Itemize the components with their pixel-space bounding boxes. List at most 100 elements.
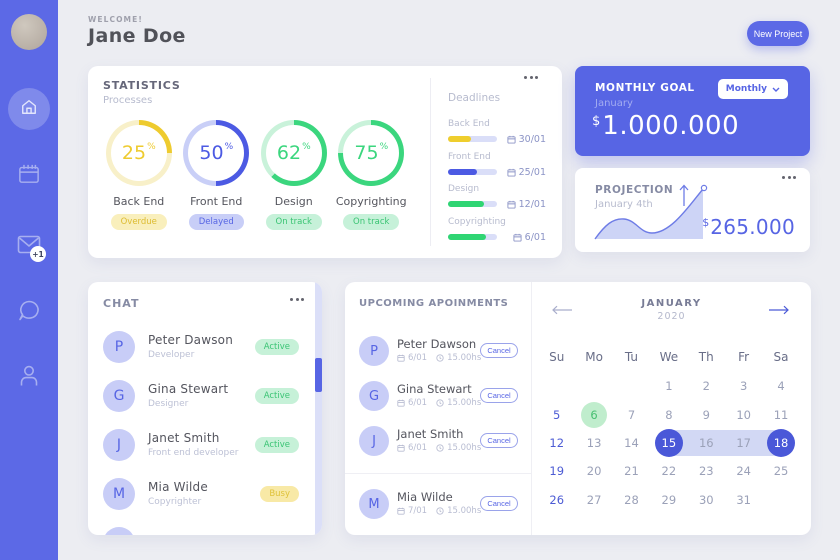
appointment-row: J Janet Smith 6/01 15.00hs Cancel — [345, 419, 531, 464]
calendar-day[interactable]: 25 — [762, 457, 799, 485]
calendar-grid: 1 2 3 4 5 6 7 8 9 10 11 12 13 14 15 16 1… — [538, 372, 800, 514]
calendar-day[interactable]: 22 — [650, 457, 687, 485]
appointments-calendar-card: UPCOMING APOINMENTS P Peter Dawson 6/01 … — [345, 282, 811, 535]
home-icon — [19, 97, 39, 121]
calendar-mini-icon — [507, 168, 516, 177]
calendar-day[interactable]: 10 — [725, 400, 762, 428]
calendar-day[interactable]: 6 — [575, 400, 612, 428]
calendar-next-arrow-icon[interactable] — [768, 300, 790, 319]
calendar-day[interactable]: 9 — [688, 400, 725, 428]
calendar-day[interactable]: 7 — [613, 400, 650, 428]
member-avatar: G — [359, 381, 389, 411]
sidebar-item-profile[interactable] — [0, 364, 58, 391]
calendar-day[interactable]: 8 — [650, 400, 687, 428]
calendar-day[interactable]: 2 — [688, 372, 725, 400]
clock-icon — [436, 354, 444, 362]
calendar-day[interactable]: 21 — [613, 457, 650, 485]
deadlines-title: Deadlines — [448, 92, 501, 104]
clock-icon — [436, 444, 444, 452]
calendar-day[interactable]: 27 — [575, 486, 612, 514]
chat-bubble-icon — [17, 299, 41, 326]
calendar-day-selected[interactable]: 15 — [650, 428, 688, 457]
status-badge: On track — [343, 214, 400, 230]
calendar-day[interactable]: 4 — [762, 372, 799, 400]
cancel-button[interactable]: Cancel — [480, 388, 518, 403]
monthly-goal-subtitle: January — [595, 98, 633, 109]
calendar-day-selected[interactable]: 18 — [762, 428, 799, 457]
member-avatar: P — [103, 526, 135, 535]
deadline-item: Design 12/01 — [448, 184, 546, 210]
appointments-title: UPCOMING APOINMENTS — [359, 298, 509, 309]
calendar-day[interactable]: 16 — [687, 429, 726, 457]
calendar-day[interactable]: 19 — [538, 457, 575, 485]
percent-value: 50 — [199, 142, 224, 164]
calendar-day[interactable]: 28 — [613, 486, 650, 514]
welcome-label: WELCOME! — [88, 15, 143, 24]
appointment-meta: 6/01 15.00hs — [397, 398, 481, 408]
appointment-meta: 7/01 15.00hs — [397, 506, 481, 516]
status-badge: Delayed — [188, 214, 244, 230]
statistics-rings: 25% Back End Overdue 50% Front End Delay… — [100, 118, 410, 230]
appointment-row: P Peter Dawson 6/01 15.00hs Cancel — [345, 329, 531, 374]
monthly-goal-card: MONTHLY GOAL January $ 1.000.000 Monthly — [575, 66, 810, 156]
chat-member-row[interactable]: J Janet Smith Front end developer Active — [88, 420, 315, 469]
user-icon — [18, 364, 40, 391]
chat-member-row[interactable]: P Peter Dawson Developer Active — [88, 322, 315, 371]
cancel-button[interactable]: Cancel — [480, 496, 518, 511]
chat-member-row[interactable]: P Peter Dawson Active — [88, 518, 315, 535]
progress-bar — [448, 201, 497, 207]
calendar-day[interactable]: 1 — [650, 372, 687, 400]
cancel-button[interactable]: Cancel — [480, 433, 518, 448]
calendar-day[interactable]: 29 — [650, 486, 687, 514]
chat-member-row[interactable]: G Gina Stewart Designer Active — [88, 371, 315, 420]
calendar-mini-icon — [507, 200, 516, 209]
calendar-day — [538, 372, 575, 400]
calendar-day[interactable]: 24 — [725, 457, 762, 485]
status-badge: Busy — [260, 485, 299, 502]
deadline-date: 12/01 — [507, 199, 546, 210]
calendar-day — [762, 486, 799, 514]
calendar-day[interactable]: 12 — [538, 429, 575, 457]
appointment-meta: 6/01 15.00hs — [397, 353, 481, 363]
sidebar-item-mail[interactable] — [0, 235, 58, 258]
scrollbar-thumb[interactable] — [315, 358, 322, 392]
new-project-button[interactable]: New Project — [747, 21, 809, 46]
member-avatar: J — [103, 428, 135, 461]
calendar-mini-icon — [397, 354, 405, 362]
status-badge: Active — [254, 338, 299, 355]
calendar-day[interactable]: 23 — [688, 457, 725, 485]
percent-symbol: % — [224, 142, 234, 152]
sidebar-item-home[interactable] — [8, 88, 50, 130]
sidebar-item-chat[interactable] — [0, 299, 58, 326]
percent-symbol: % — [379, 142, 389, 152]
member-avatar: M — [359, 489, 389, 519]
progress-bar — [448, 168, 497, 175]
progress-ring: 75% — [338, 120, 405, 186]
calendar-day[interactable]: 13 — [575, 429, 612, 457]
scrollbar-track[interactable] — [315, 282, 322, 535]
calendar-day[interactable]: 17 — [724, 429, 763, 457]
deadline-date: 25/01 — [507, 167, 546, 178]
sidebar-item-calendar[interactable] — [0, 163, 58, 188]
calendar-day[interactable]: 11 — [762, 400, 799, 428]
calendar-day[interactable]: 3 — [725, 372, 762, 400]
calendar-day[interactable]: 26 — [538, 486, 575, 514]
calendar-day[interactable]: 20 — [575, 457, 612, 485]
status-badge: Active — [254, 387, 299, 404]
member-avatar: P — [103, 330, 135, 363]
calendar-day[interactable]: 5 — [538, 400, 575, 428]
more-options-icon[interactable] — [290, 298, 304, 301]
period-dropdown[interactable]: Monthly — [717, 79, 788, 99]
status-badge: Active — [254, 534, 299, 535]
calendar-day[interactable]: 30 — [688, 486, 725, 514]
clock-icon — [436, 507, 444, 515]
mail-notification-badge: +1 — [30, 246, 46, 262]
deadline-item: Copyrighting 6/01 — [448, 216, 546, 243]
calendar-day[interactable]: 14 — [613, 429, 650, 457]
chat-member-row[interactable]: M Mia Wilde Copyrighter Busy — [88, 469, 315, 518]
member-avatar: P — [359, 336, 389, 366]
calendar-day[interactable]: 31 — [725, 486, 762, 514]
more-options-icon[interactable] — [782, 176, 796, 179]
avatar[interactable] — [11, 14, 47, 50]
cancel-button[interactable]: Cancel — [480, 343, 518, 358]
